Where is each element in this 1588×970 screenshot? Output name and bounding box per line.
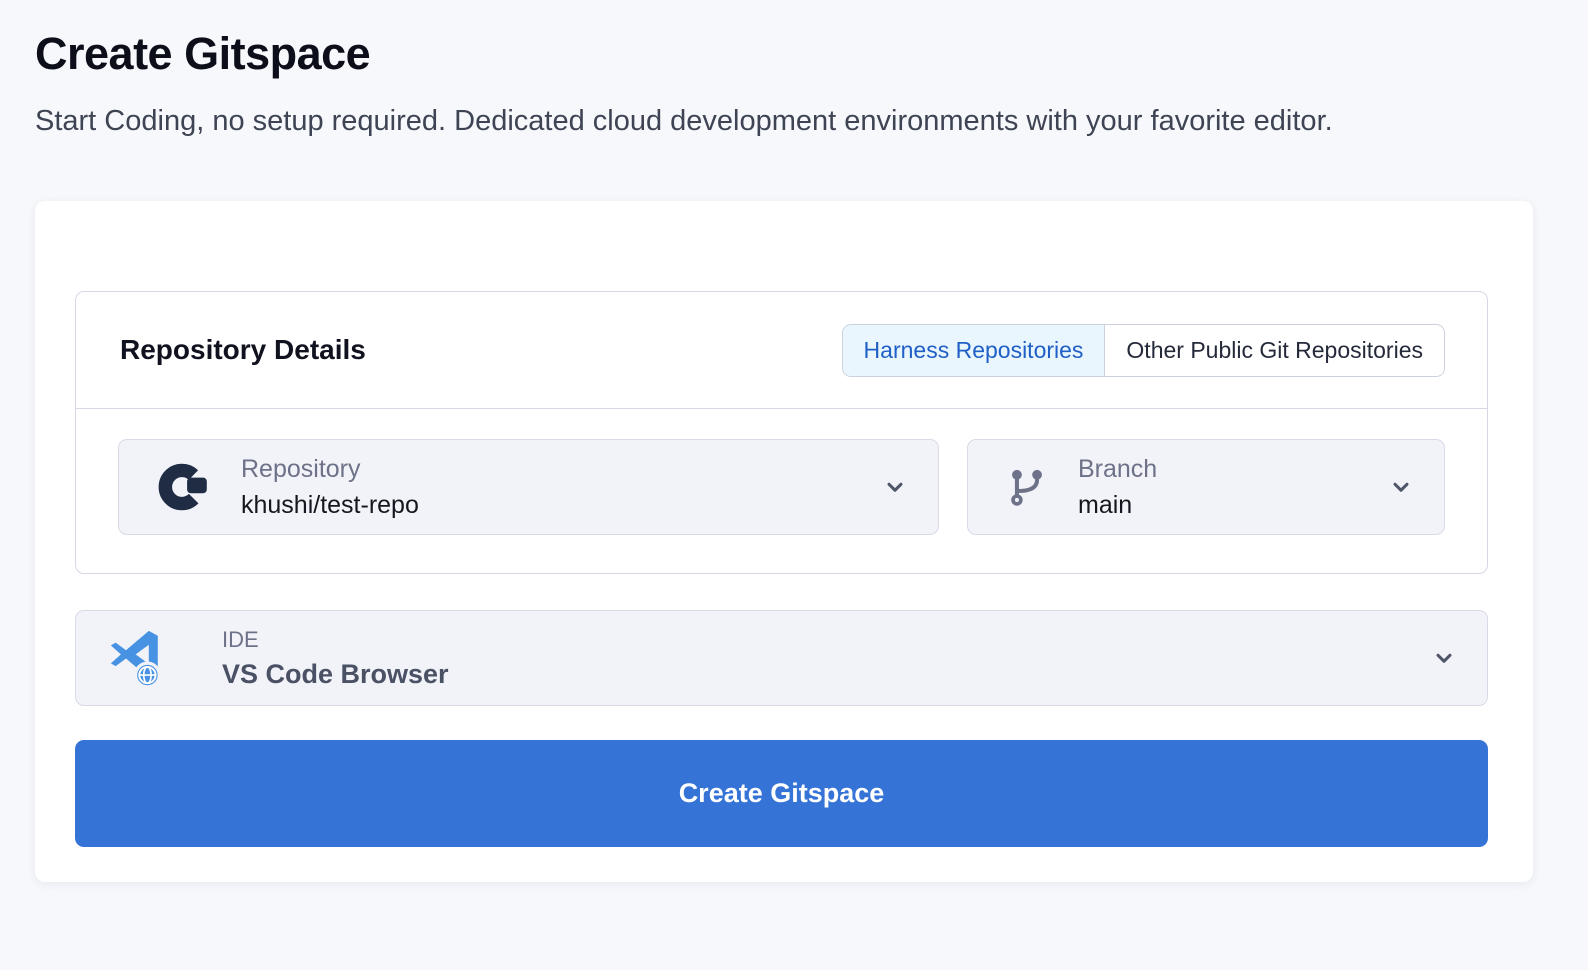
create-gitspace-card: Repository Details Harness Repositories … — [35, 201, 1533, 882]
ide-value: VS Code Browser — [222, 659, 449, 690]
create-gitspace-button[interactable]: Create Gitspace — [75, 740, 1488, 847]
repository-details-body: Repository khushi/test-repo — [76, 409, 1487, 573]
vscode-browser-icon — [106, 628, 164, 689]
repository-dropdown-text: Repository khushi/test-repo — [241, 455, 419, 520]
chevron-down-icon — [882, 474, 908, 500]
tab-other-public-git-repositories[interactable]: Other Public Git Repositories — [1105, 325, 1444, 376]
branch-dropdown[interactable]: Branch main — [967, 439, 1445, 535]
page-subtitle: Start Coding, no setup required. Dedicat… — [35, 102, 1480, 141]
repository-label: Repository — [241, 455, 419, 484]
chevron-down-icon — [1388, 474, 1414, 500]
repo-source-toggle: Harness Repositories Other Public Git Re… — [842, 324, 1445, 377]
create-gitspace-page: Create Gitspace Start Coding, no setup r… — [0, 0, 1588, 882]
branch-value: main — [1078, 491, 1157, 520]
repository-value: khushi/test-repo — [241, 491, 419, 520]
repository-details-section: Repository Details Harness Repositories … — [75, 291, 1488, 574]
globe-icon — [136, 663, 160, 687]
branch-dropdown-text: Branch main — [1078, 455, 1157, 520]
repository-dropdown[interactable]: Repository khushi/test-repo — [118, 439, 939, 535]
ide-label: IDE — [222, 627, 449, 653]
chevron-down-icon — [1431, 645, 1457, 671]
ide-dropdown[interactable]: IDE VS Code Browser — [75, 610, 1488, 706]
ide-dropdown-text: IDE VS Code Browser — [222, 627, 449, 690]
repository-details-header: Repository Details Harness Repositories … — [76, 292, 1487, 409]
repository-details-title: Repository Details — [120, 334, 366, 366]
page-title: Create Gitspace — [35, 0, 1533, 80]
harness-repo-icon — [155, 458, 213, 516]
tab-harness-repositories[interactable]: Harness Repositories — [843, 325, 1106, 376]
branch-label: Branch — [1078, 455, 1157, 484]
git-branch-icon — [1004, 464, 1050, 510]
